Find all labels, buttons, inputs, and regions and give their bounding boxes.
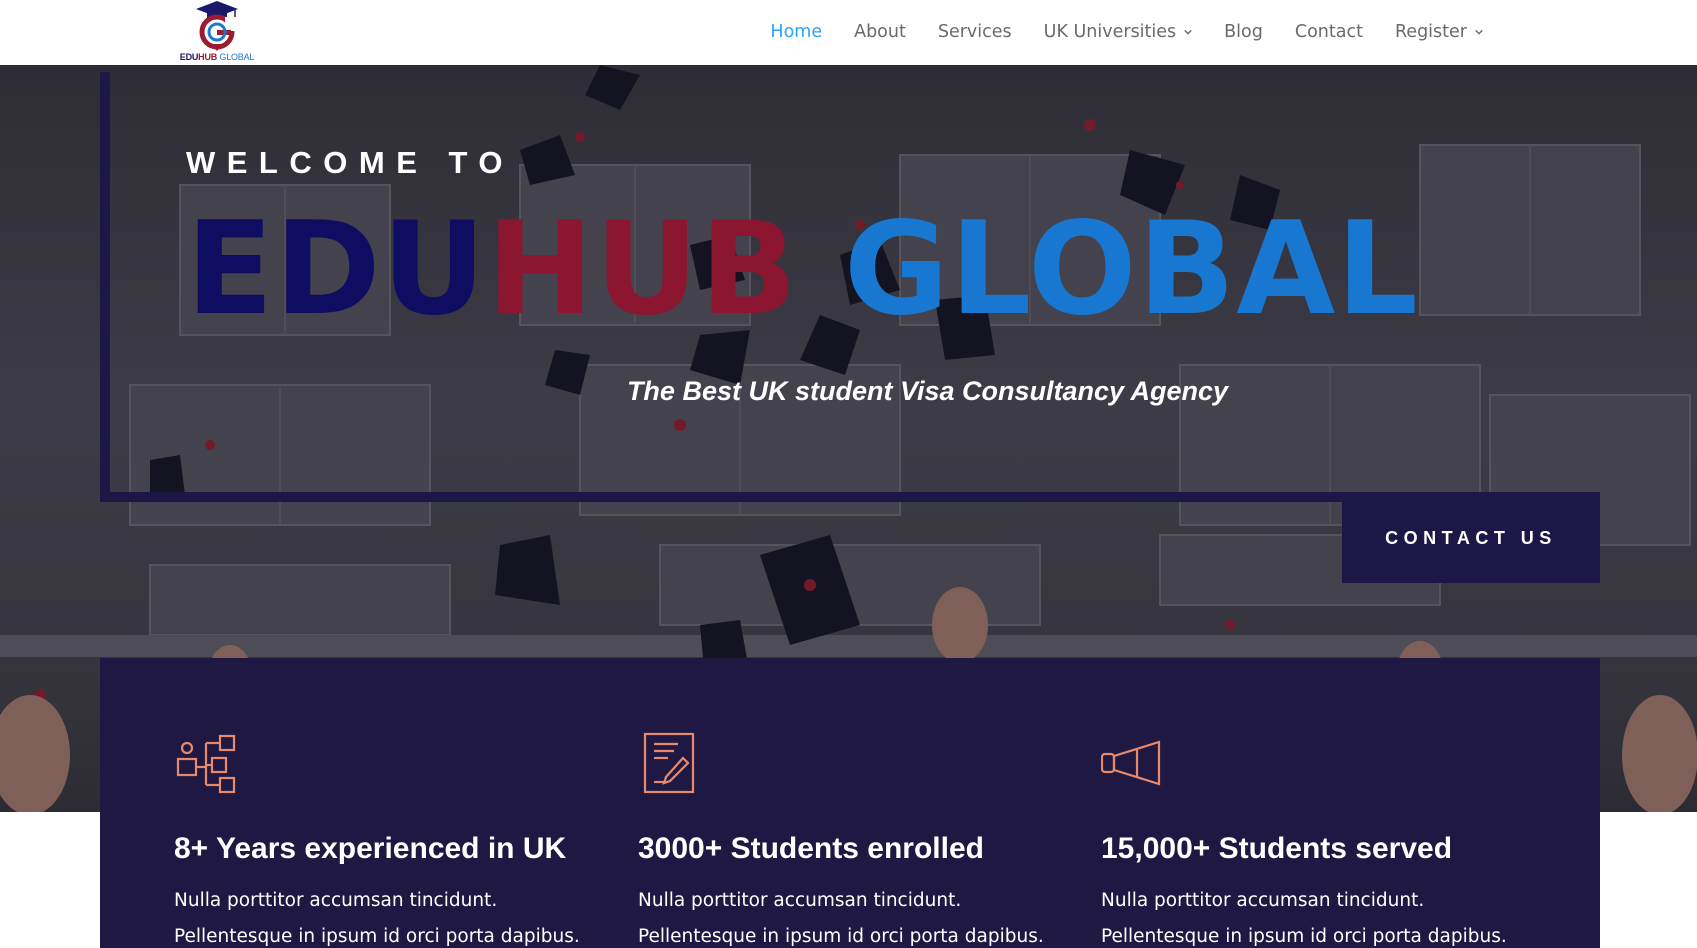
logo-text-edu: EDU	[179, 52, 199, 62]
hero-frame-left	[100, 72, 110, 502]
feature-text: Nulla porttitor accumsan tincidunt.	[1101, 890, 1425, 911]
nav-home[interactable]: Home	[770, 22, 822, 42]
brand-edu: EDU	[186, 195, 487, 344]
nav-uk-universities[interactable]: UK Universities	[1044, 22, 1193, 42]
nav-home-label: Home	[770, 22, 823, 42]
logo-text-global: GLOBAL	[219, 52, 255, 62]
chevron-down-icon	[1475, 29, 1483, 35]
contact-us-button[interactable]: CONTACT US	[1342, 493, 1600, 583]
feature-title: 8+ Years experienced in UK	[174, 832, 567, 865]
hero-brand-title: EDUHUB GLOBAL	[186, 200, 1419, 340]
nav-register-label: Register	[1394, 22, 1467, 42]
nav-blog[interactable]: Blog	[1224, 22, 1263, 42]
network-nodes-icon	[176, 734, 236, 794]
site-logo[interactable]: EDUHUB GLOBAL	[178, 0, 256, 64]
hero-welcome-text: WELCOME TO	[186, 145, 514, 180]
nav-services-label: Services	[937, 22, 1012, 42]
nav-blog-label: Blog	[1224, 22, 1263, 42]
nav-contact[interactable]: Contact	[1295, 22, 1363, 42]
chevron-down-icon	[1184, 29, 1192, 35]
nav-services[interactable]: Services	[938, 22, 1012, 42]
features-panel: 8+ Years experienced in UK Nulla porttit…	[100, 658, 1600, 948]
feature-text: Nulla porttitor accumsan tincidunt.	[174, 890, 498, 911]
document-pen-icon	[643, 732, 695, 794]
brand-global: GLOBAL	[843, 195, 1419, 344]
feature-title: 3000+ Students enrolled	[638, 832, 984, 865]
graduation-cap-logo-icon	[196, 1, 239, 51]
brand-hub: HUB	[486, 195, 799, 344]
megaphone-icon	[1101, 740, 1161, 786]
nav-uk-universities-label: UK Universities	[1043, 22, 1177, 42]
logo-text-hub: HUB	[198, 52, 218, 62]
site-header: EDUHUB GLOBAL Home About Services UK Uni…	[0, 0, 1697, 65]
feature-text: Nulla porttitor accumsan tincidunt.	[638, 890, 962, 911]
hero-tagline: The Best UK student Visa Consultancy Age…	[626, 376, 1229, 406]
main-nav: Home About Services UK Universities Blog…	[770, 0, 1483, 64]
logo-wordmark: EDUHUB GLOBAL	[178, 52, 256, 62]
nav-contact-label: Contact	[1294, 22, 1363, 42]
nav-about[interactable]: About	[854, 22, 906, 42]
feature-title: 15,000+ Students served	[1101, 832, 1453, 865]
nav-about-label: About	[854, 22, 906, 42]
nav-register[interactable]: Register	[1395, 22, 1483, 42]
